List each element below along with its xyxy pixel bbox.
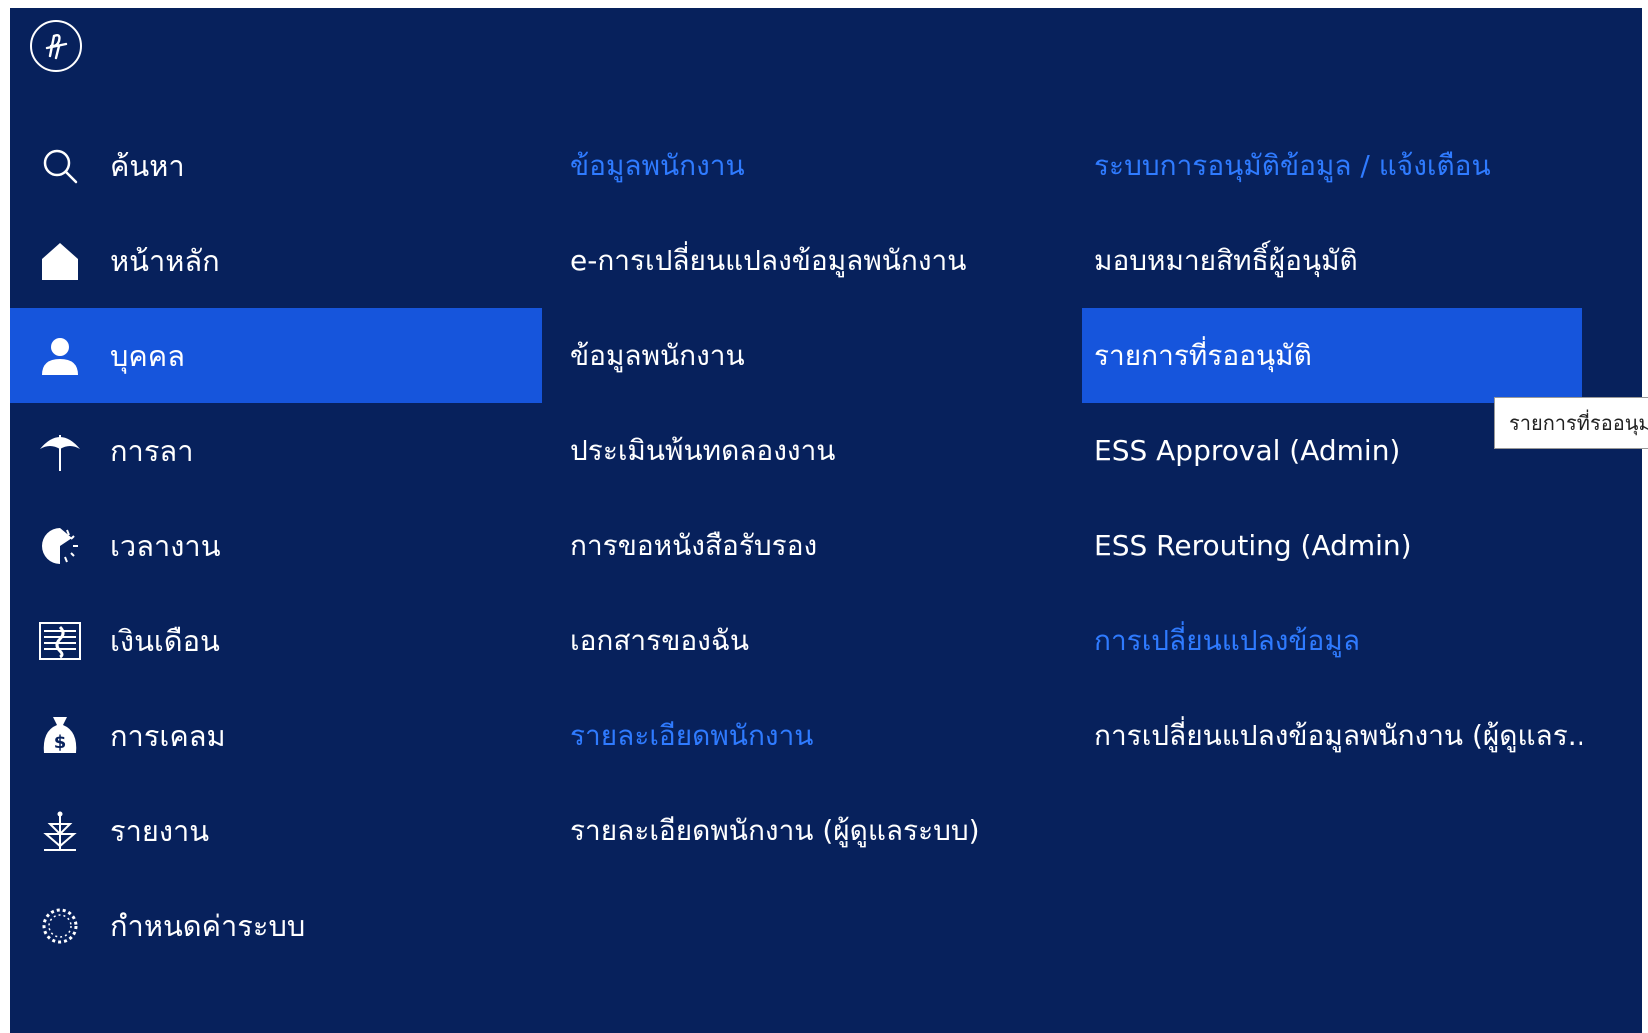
submenu-right: ระบบการอนุมัติข้อมูล / แจ้งเตือน มอบหมาย…	[1082, 118, 1582, 783]
menu-link-e-employee-data-change[interactable]: e-การเปลี่ยนแปลงข้อมูลพนักงาน	[558, 213, 1058, 308]
nav-item-leave[interactable]: การลา	[10, 403, 542, 498]
settings-icon	[36, 902, 84, 950]
menu-link-certificate-request[interactable]: การขอหนังสือรับรอง	[558, 498, 1058, 593]
nav-item-claim[interactable]: $ การเคลม	[10, 688, 542, 783]
home-icon	[36, 237, 84, 285]
main-nav: ค้นหา หน้าหลัก บุคคล การลา เวลางาน เงินเ…	[10, 118, 542, 973]
svg-text:$: $	[54, 732, 67, 753]
submenu-middle: ข้อมูลพนักงาน e-การเปลี่ยนแปลงข้อมูลพนัก…	[558, 118, 1058, 878]
nav-item-label: เวลางาน	[110, 528, 221, 563]
menu-panel: ค้นหา หน้าหลัก บุคคล การลา เวลางาน เงินเ…	[10, 8, 1642, 1033]
nav-item-label: กำหนดค่าระบบ	[110, 908, 306, 943]
section-heading-employee-info: ข้อมูลพนักงาน	[570, 148, 745, 182]
nav-item-label: การเคลม	[110, 718, 226, 753]
salary-icon	[36, 617, 84, 665]
nav-item-salary[interactable]: เงินเดือน	[10, 593, 542, 688]
menu-link-my-documents[interactable]: เอกสารของฉัน	[558, 593, 1058, 688]
menu-link-employee-data-change-admin[interactable]: การเปลี่ยนแปลงข้อมูลพนักงาน (ผู้ดูแลร...	[1082, 688, 1582, 783]
nav-item-label: รายงาน	[110, 813, 210, 848]
section-heading-approval-system: ระบบการอนุมัติข้อมูล / แจ้งเตือน	[1094, 148, 1491, 182]
nav-item-label: หน้าหลัก	[110, 243, 220, 278]
menu-link-pending-approval[interactable]: รายการที่รออนุมัติ	[1082, 308, 1582, 403]
money-bag-icon: $	[36, 712, 84, 760]
logo-icon[interactable]	[30, 20, 82, 72]
nav-item-search[interactable]: ค้นหา	[10, 118, 542, 213]
nav-item-label: เงินเดือน	[110, 623, 220, 658]
section-heading-data-change: การเปลี่ยนแปลงข้อมูล	[1094, 623, 1360, 657]
nav-item-report[interactable]: รายงาน	[10, 783, 542, 878]
section-heading-employee-details: รายละเอียดพนักงาน	[570, 718, 814, 752]
tooltip: รายการที่รออนุม	[1494, 397, 1648, 449]
menu-link-probation-evaluation[interactable]: ประเมินพ้นทดลองงาน	[558, 403, 1058, 498]
menu-link-employee-details-admin[interactable]: รายละเอียดพนักงาน (ผู้ดูแลระบบ)	[558, 783, 1058, 878]
clock-icon	[36, 522, 84, 570]
nav-item-label: ค้นหา	[110, 148, 185, 183]
nav-item-settings[interactable]: กำหนดค่าระบบ	[10, 878, 542, 973]
nav-item-label: บุคคล	[110, 338, 185, 373]
menu-link-ess-rerouting-admin[interactable]: ESS Rerouting (Admin)	[1082, 498, 1582, 593]
person-icon	[36, 332, 84, 380]
menu-link-assign-approver[interactable]: มอบหมายสิทธิ์ผู้อนุมัติ	[1082, 213, 1582, 308]
nav-item-person[interactable]: บุคคล	[10, 308, 542, 403]
nav-item-label: การลา	[110, 433, 194, 468]
report-icon	[36, 807, 84, 855]
umbrella-icon	[36, 427, 84, 475]
menu-link-employee-info[interactable]: ข้อมูลพนักงาน	[558, 308, 1058, 403]
search-icon	[36, 142, 84, 190]
nav-item-home[interactable]: หน้าหลัก	[10, 213, 542, 308]
nav-item-work-time[interactable]: เวลางาน	[10, 498, 542, 593]
